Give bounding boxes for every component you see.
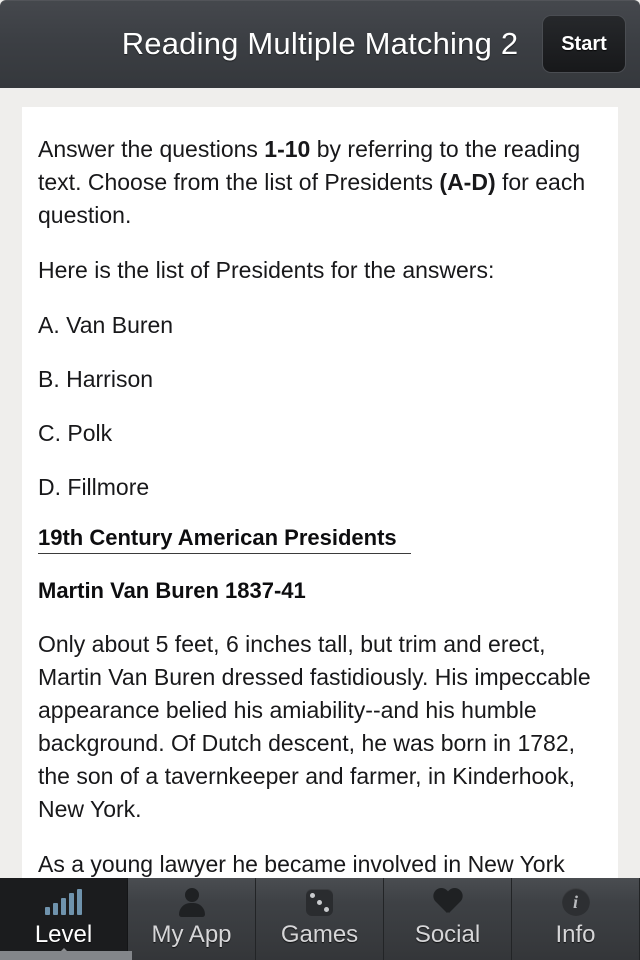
subsection-title: Martin Van Buren 1837-41 bbox=[38, 578, 306, 603]
bottom-navigation-bar: Level My App Games Social i Info bbox=[0, 878, 640, 960]
reading-card[interactable]: Answer the questions 1-10 by referring t… bbox=[22, 107, 618, 878]
nav-tab-my-app-label: My App bbox=[151, 921, 232, 948]
instructions-text-1: Answer the questions bbox=[38, 136, 265, 162]
info-icon: i bbox=[561, 884, 590, 920]
instructions-question-range: 1-10 bbox=[264, 136, 311, 162]
instructions-option-range: (A-D) bbox=[439, 169, 496, 195]
nav-tab-level-label: Level bbox=[34, 921, 93, 948]
answer-option-b[interactable]: B. Harrison bbox=[38, 363, 602, 396]
nav-tab-info[interactable]: i Info bbox=[512, 878, 640, 960]
heart-icon bbox=[433, 884, 463, 920]
person-icon bbox=[178, 884, 205, 920]
signal-bars-icon bbox=[45, 884, 82, 920]
dice-icon bbox=[306, 884, 333, 920]
nav-tab-info-label: Info bbox=[555, 921, 596, 948]
content-area: Answer the questions 1-10 by referring t… bbox=[0, 88, 640, 878]
nav-tab-games[interactable]: Games bbox=[256, 878, 384, 960]
app-header: Reading Multiple Matching 2 Start bbox=[0, 0, 640, 88]
section-title-wrapper: 19th Century American Presidents bbox=[38, 525, 602, 578]
nav-tab-my-app[interactable]: My App bbox=[128, 878, 256, 960]
nav-tab-level[interactable]: Level bbox=[0, 878, 128, 960]
answer-option-c[interactable]: C. Polk bbox=[38, 417, 602, 450]
reading-paragraph-1: Only about 5 feet, 6 inches tall, but tr… bbox=[38, 631, 591, 822]
list-intro-paragraph: Here is the list of Presidents for the a… bbox=[38, 257, 495, 283]
instructions-paragraph: Answer the questions 1-10 by referring t… bbox=[38, 133, 602, 232]
answer-option-a[interactable]: A. Van Buren bbox=[38, 309, 602, 342]
section-title: 19th Century American Presidents bbox=[38, 525, 411, 554]
start-button[interactable]: Start bbox=[542, 15, 626, 73]
scroll-indicator-strip bbox=[0, 951, 132, 960]
reading-paragraph-2: As a young lawyer he became involved in … bbox=[38, 851, 565, 877]
answer-option-d[interactable]: D. Fillmore bbox=[38, 471, 602, 504]
nav-tab-games-label: Games bbox=[280, 921, 359, 948]
nav-tab-social-label: Social bbox=[414, 921, 481, 948]
page-title: Reading Multiple Matching 2 bbox=[121, 26, 519, 61]
nav-tab-social[interactable]: Social bbox=[384, 878, 512, 960]
